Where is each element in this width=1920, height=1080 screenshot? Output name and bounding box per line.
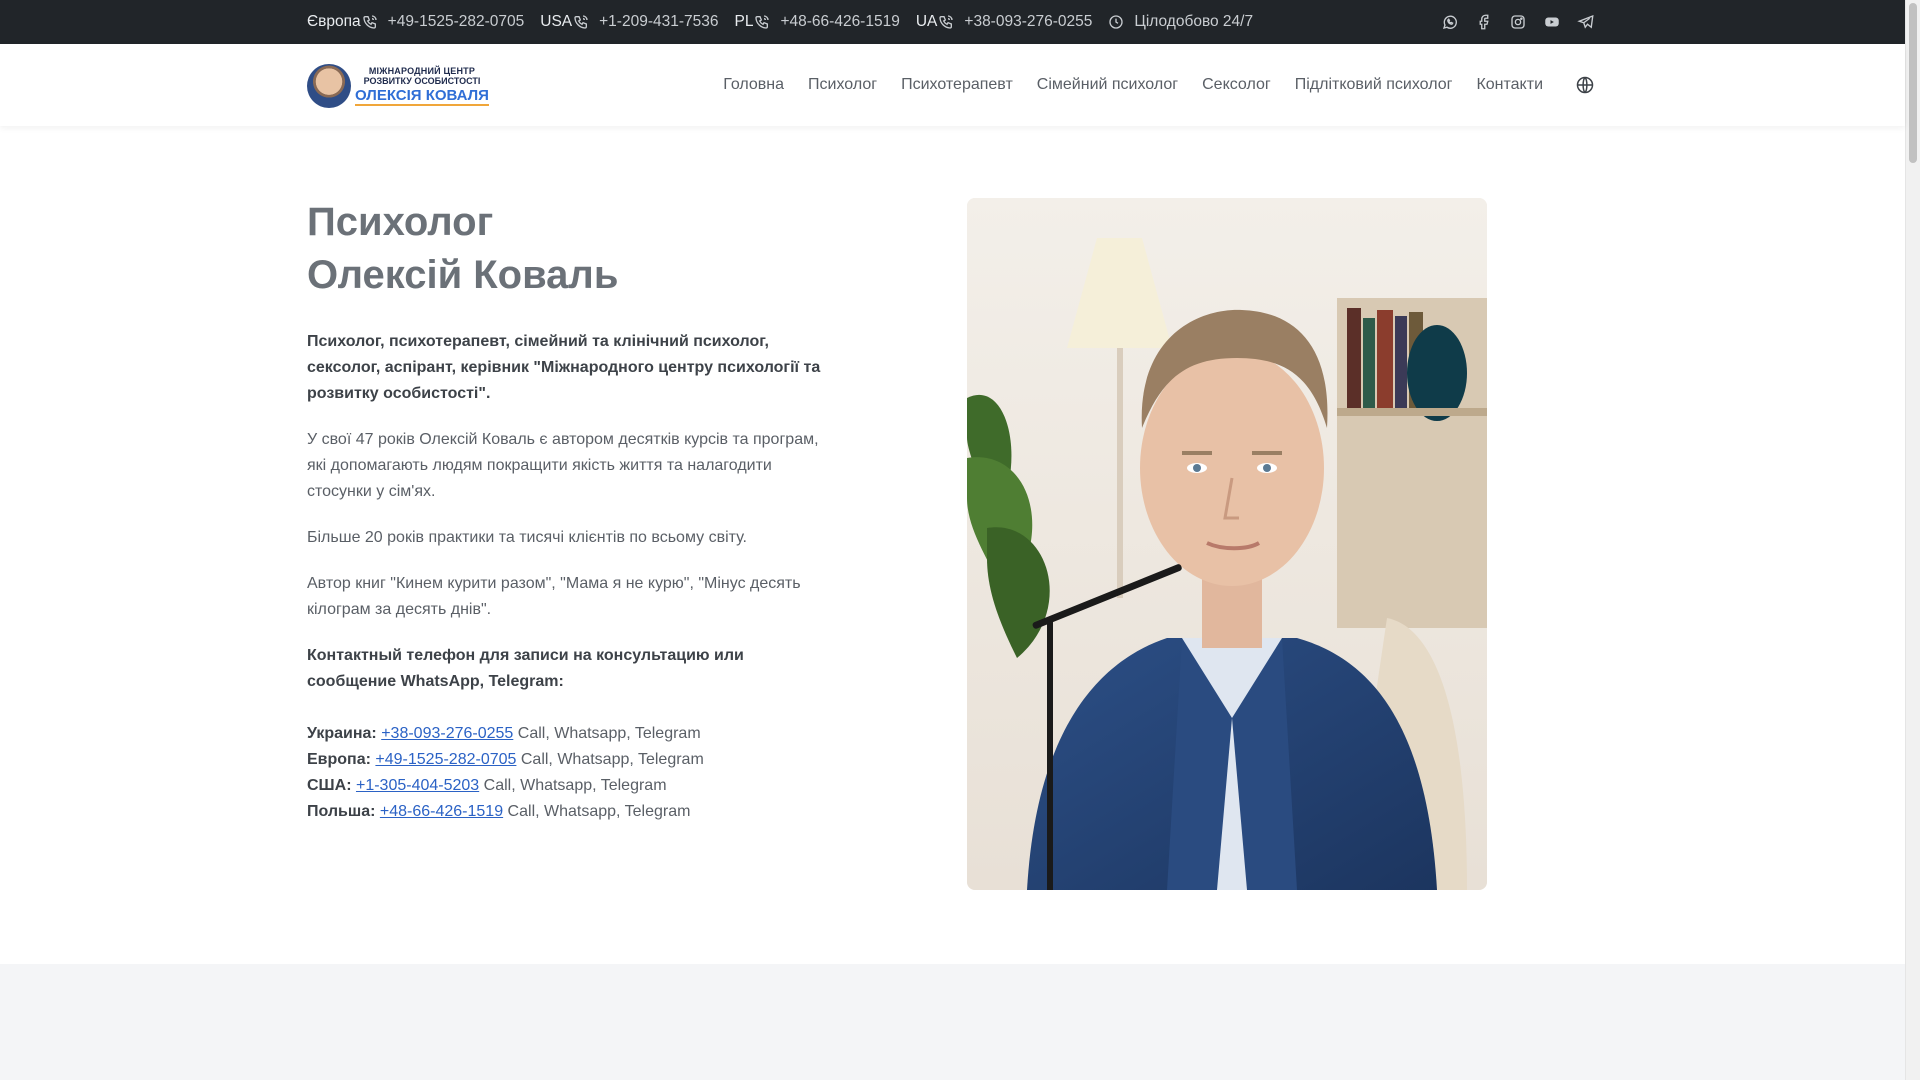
phone-region-label: PL — [734, 13, 754, 30]
psychologist-photo — [967, 198, 1487, 890]
phone-region-label: Європа — [307, 13, 361, 30]
phone-region-label: UA — [915, 13, 938, 30]
phone-region-label: USA — [540, 13, 573, 30]
hours-text: Цілодобово 24/7 — [1134, 13, 1254, 30]
social-links — [1425, 0, 1595, 44]
scrollbar-thumb[interactable] — [1909, 3, 1917, 163]
contact-phone-link[interactable]: +49-1525-282-0705 — [375, 751, 516, 768]
contact-row-usa: США: +1-305-404-5203 Call, Whatsapp, Tel… — [307, 773, 837, 799]
page-title: Психолог Олексій Коваль — [307, 196, 837, 302]
nav-item-teen-psychologist[interactable]: Підлітковий психолог — [1295, 76, 1453, 94]
youtube-icon[interactable] — [1543, 13, 1561, 31]
hero-paragraph-3: Автор книг "Кинем курити разом", "Мама я… — [307, 575, 801, 618]
phone-number: +38-093-276-0255 — [964, 13, 1093, 30]
hero-paragraph-1: У свої 47 років Олексій Коваль є автором… — [307, 431, 819, 500]
hero-paragraph-2: Більше 20 років практики та тисячі клієн… — [307, 529, 747, 546]
contact-label: Польша: — [307, 803, 376, 820]
contact-row-europe: Европа: +49-1525-282-0705 Call, Whatsapp… — [307, 747, 837, 773]
nav-item-psychotherapist[interactable]: Психотерапевт — [901, 76, 1013, 94]
nav-item-sexologist[interactable]: Сексолог — [1202, 76, 1271, 94]
logo-portrait — [307, 64, 351, 108]
phone-icon — [755, 15, 770, 29]
facebook-icon[interactable] — [1475, 13, 1493, 31]
logo-line-2: РОЗВИТКУ ОСОБИСТОСТІ — [363, 75, 481, 86]
phone-icon — [574, 15, 588, 29]
clock-icon — [1109, 15, 1124, 29]
main-nav: Головна Психолог Психотерапевт Сімейний … — [699, 44, 1595, 126]
contact-label: Украина: — [307, 725, 377, 742]
contact-heading: Контактный телефон для записи на консуль… — [307, 647, 744, 690]
contact-phone-link[interactable]: +38-093-276-0255 — [381, 725, 513, 742]
contact-label: США: — [307, 777, 352, 794]
contact-note: Call, Whatsapp, Telegram — [479, 777, 667, 794]
globe-icon[interactable] — [1575, 75, 1595, 95]
telegram-icon[interactable] — [1577, 13, 1595, 31]
whatsapp-icon[interactable] — [1441, 13, 1459, 31]
contact-note: Call, Whatsapp, Telegram — [513, 725, 701, 742]
phone-icon — [939, 15, 954, 29]
nav-item-home[interactable]: Головна — [723, 76, 784, 94]
nav-item-psychologist[interactable]: Психолог — [808, 76, 877, 94]
phone-number: +49-1525-282-0705 — [387, 13, 525, 30]
phone-number: +1-209-431-7536 — [599, 13, 719, 30]
topbar-hours: Цілодобово 24/7 — [1108, 13, 1253, 31]
contact-note: Call, Whatsapp, Telegram — [516, 751, 704, 768]
nav-item-family-psychologist[interactable]: Сімейний психолог — [1037, 76, 1178, 94]
portrait-illustration — [967, 198, 1487, 890]
title-line-1: Психолог — [307, 200, 494, 244]
site-logo[interactable]: МІЖНАРОДНИЙ ЦЕНТР РОЗВИТКУ ОСОБИСТОСТІ О… — [307, 62, 497, 110]
topbar-phone-europe[interactable]: Європа +49-1525-282-0705 — [307, 13, 524, 31]
logo-text: МІЖНАРОДНИЙ ЦЕНТР РОЗВИТКУ ОСОБИСТОСТІ О… — [355, 65, 489, 106]
contact-phone-link[interactable]: +48-66-426-1519 — [380, 803, 503, 820]
site-header: МІЖНАРОДНИЙ ЦЕНТР РОЗВИТКУ ОСОБИСТОСТІ О… — [0, 44, 1905, 126]
top-bar-inner: Європа +49-1525-282-0705 USA +1-209-431-… — [307, 0, 1595, 44]
top-bar: Європа +49-1525-282-0705 USA +1-209-431-… — [0, 0, 1905, 44]
title-line-2: Олексій Коваль — [307, 253, 619, 297]
nav-item-contacts[interactable]: Контакти — [1476, 76, 1543, 94]
topbar-phone-pl[interactable]: PL +48-66-426-1519 — [735, 13, 900, 31]
contact-note: Call, Whatsapp, Telegram — [503, 803, 691, 820]
contact-row-poland: Польша: +48-66-426-1519 Call, Whatsapp, … — [307, 799, 837, 825]
instagram-icon[interactable] — [1509, 13, 1527, 31]
topbar-phone-usa[interactable]: USA +1-209-431-7536 — [540, 13, 718, 31]
contact-label: Европа: — [307, 751, 371, 768]
next-section-band — [0, 964, 1905, 1080]
hero-section: Психолог Олексій Коваль Психолог, психот… — [0, 126, 1905, 964]
phone-number: +48-66-426-1519 — [780, 13, 900, 30]
hero-lead: Психолог, психотерапевт, сімейний та клі… — [307, 333, 821, 402]
topbar-phone-ua[interactable]: UA +38-093-276-0255 — [916, 13, 1093, 31]
contact-row-ukraine: Украина: +38-093-276-0255 Call, Whatsapp… — [307, 721, 837, 747]
phone-icon — [362, 15, 377, 29]
hero-text: Психолог Олексій Коваль Психолог, психот… — [307, 196, 837, 825]
logo-line-3: ОЛЕКСІЯ КОВАЛЯ — [355, 86, 489, 106]
page-scrollbar[interactable] — [1905, 0, 1920, 1080]
logo-line-1: МІЖНАРОДНИЙ ЦЕНТР — [368, 65, 476, 76]
contact-phone-link[interactable]: +1-305-404-5203 — [356, 777, 479, 794]
